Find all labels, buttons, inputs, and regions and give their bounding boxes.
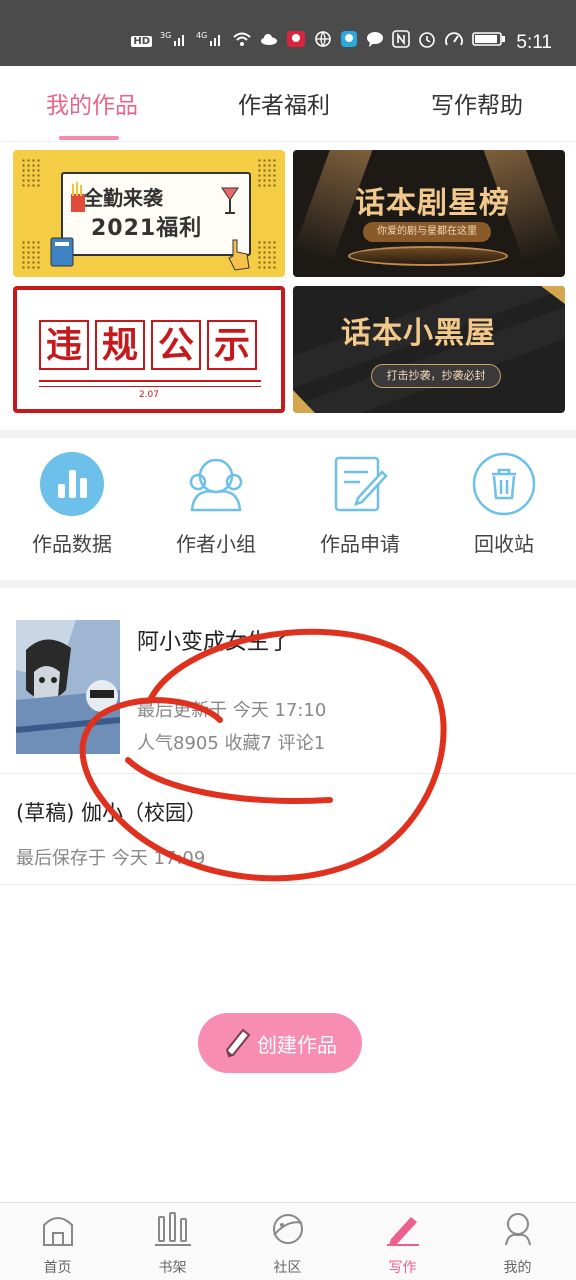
clock-time: 5:11 <box>516 32 552 53</box>
home-icon <box>40 1211 76 1247</box>
banner4-title: 话本小黑屋 <box>341 316 496 351</box>
signal-3g-icon: 3G <box>160 31 188 51</box>
globe-icon <box>314 30 332 52</box>
dots-decoration <box>257 240 277 270</box>
banner-attendance-benefits[interactable]: 全勤来袭 2021福利 <box>13 150 285 277</box>
bookshelf-icon <box>154 1211 191 1247</box>
shortcut-label: 作品申请 <box>320 532 400 556</box>
banner2-subtitle: 你爱的剧与星都在这里 <box>363 222 491 242</box>
nav-profile[interactable]: 我的 <box>460 1211 575 1277</box>
dots-decoration <box>21 158 41 188</box>
row-divider <box>0 884 576 885</box>
net1-label: 3G <box>160 31 171 40</box>
alarm-icon <box>418 30 436 52</box>
hd-icon: HD <box>131 35 152 47</box>
fries-icon <box>71 182 85 212</box>
nfc-icon <box>392 30 410 52</box>
title-char: 违 <box>39 320 89 370</box>
tab-writing-help[interactable]: 写作帮助 <box>431 86 523 120</box>
nav-label: 书架 <box>158 1260 187 1276</box>
shortcut-author-group[interactable]: 作者小组 <box>144 452 288 557</box>
app-icon <box>286 30 306 52</box>
planet-icon <box>270 1211 306 1247</box>
nav-label: 首页 <box>43 1260 72 1276</box>
nav-bookshelf[interactable]: 书架 <box>115 1211 230 1277</box>
bulb-icon <box>340 30 358 52</box>
dots-decoration <box>257 158 277 188</box>
trash-icon <box>472 452 536 516</box>
net2-label: 4G <box>196 31 207 40</box>
banner-drama-star-ranking[interactable]: 话本剧星榜 你爱的剧与星都在这里 <box>293 150 565 277</box>
work-last-updated: 最后更新于 今天 17:10 <box>137 700 327 721</box>
cover-illustration <box>16 620 120 754</box>
shortcut-label: 回收站 <box>474 532 534 556</box>
bar-chart-icon <box>40 452 104 516</box>
wifi-icon <box>232 31 252 51</box>
banner1-line2: 2021福利 <box>91 216 203 241</box>
stage-podium <box>348 246 508 266</box>
group-icon <box>184 452 248 516</box>
title-char: 规 <box>95 320 145 370</box>
dots-decoration <box>21 240 41 270</box>
banner1-line1: 全勤来袭 <box>83 186 163 210</box>
status-icons: HD 3G 4G <box>131 30 506 52</box>
nav-label: 写作 <box>388 1260 417 1276</box>
shortcut-label: 作者小组 <box>176 532 256 556</box>
battery-icon <box>472 31 506 51</box>
tab-author-benefits[interactable]: 作者福利 <box>238 86 330 120</box>
bottom-navigation: 首页 书架 社区 写作 我的 <box>0 1202 576 1280</box>
divider-line <box>39 380 261 382</box>
book-icon <box>50 237 74 267</box>
status-bar: HD 3G 4G 5:11 <box>0 0 576 66</box>
profile-icon <box>500 1211 536 1247</box>
draft-title[interactable]: (草稿) 伽小（校园） <box>16 797 207 827</box>
pointer-hand-icon <box>228 239 250 271</box>
banner2-title: 话本剧星榜 <box>355 186 510 221</box>
row-divider <box>0 773 576 774</box>
title-char: 示 <box>207 320 257 370</box>
nav-community[interactable]: 社区 <box>230 1211 345 1277</box>
section-separator <box>0 580 576 588</box>
work-stats: 人气8905 收藏7 评论1 <box>137 733 326 754</box>
banner-violation-notice[interactable]: 违 规 公 示 2.07 <box>13 286 285 413</box>
violation-title: 违 规 公 示 <box>39 320 257 370</box>
cloud-icon <box>260 32 278 50</box>
create-work-label: 创建作品 <box>257 1032 337 1057</box>
pen-icon <box>385 1211 421 1247</box>
shortcut-label: 作品数据 <box>32 532 112 556</box>
banner4-subtitle: 打击抄袭，抄袭必封 <box>371 364 501 388</box>
create-work-button[interactable]: 创建作品 <box>198 1013 362 1073</box>
section-separator <box>0 430 576 438</box>
nav-home[interactable]: 首页 <box>0 1211 115 1277</box>
top-tabs: 我的作品 作者福利 写作帮助 <box>0 66 576 142</box>
shortcut-recycle-bin[interactable]: 回收站 <box>432 452 576 557</box>
wine-glass-icon <box>221 187 239 214</box>
gold-shard-icon <box>541 286 565 304</box>
shortcut-work-application[interactable]: 作品申请 <box>288 452 432 557</box>
speed-icon <box>444 30 464 52</box>
title-char: 公 <box>151 320 201 370</box>
signal-4g-icon: 4G <box>196 31 224 51</box>
nav-label: 社区 <box>273 1260 302 1276</box>
tab-my-works[interactable]: 我的作品 <box>46 86 138 120</box>
nav-label: 我的 <box>503 1260 532 1276</box>
draft-last-saved: 最后保存于 今天 17:09 <box>16 848 206 869</box>
nav-writing[interactable]: 写作 <box>345 1211 460 1277</box>
shortcut-work-data[interactable]: 作品数据 <box>0 452 144 557</box>
divider-line <box>39 386 261 387</box>
work-cover-image[interactable] <box>16 620 120 754</box>
gold-shard-icon <box>293 390 315 413</box>
banner-little-black-room[interactable]: 话本小黑屋 打击抄袭，抄袭必封 <box>293 286 565 413</box>
active-tab-indicator <box>59 136 119 140</box>
notice-date: 2.07 <box>138 390 160 400</box>
chat-icon <box>366 31 384 51</box>
work-title[interactable]: 阿小变成女生了 <box>137 624 291 656</box>
edit-form-icon <box>328 452 392 516</box>
pencil-icon <box>225 1028 251 1058</box>
